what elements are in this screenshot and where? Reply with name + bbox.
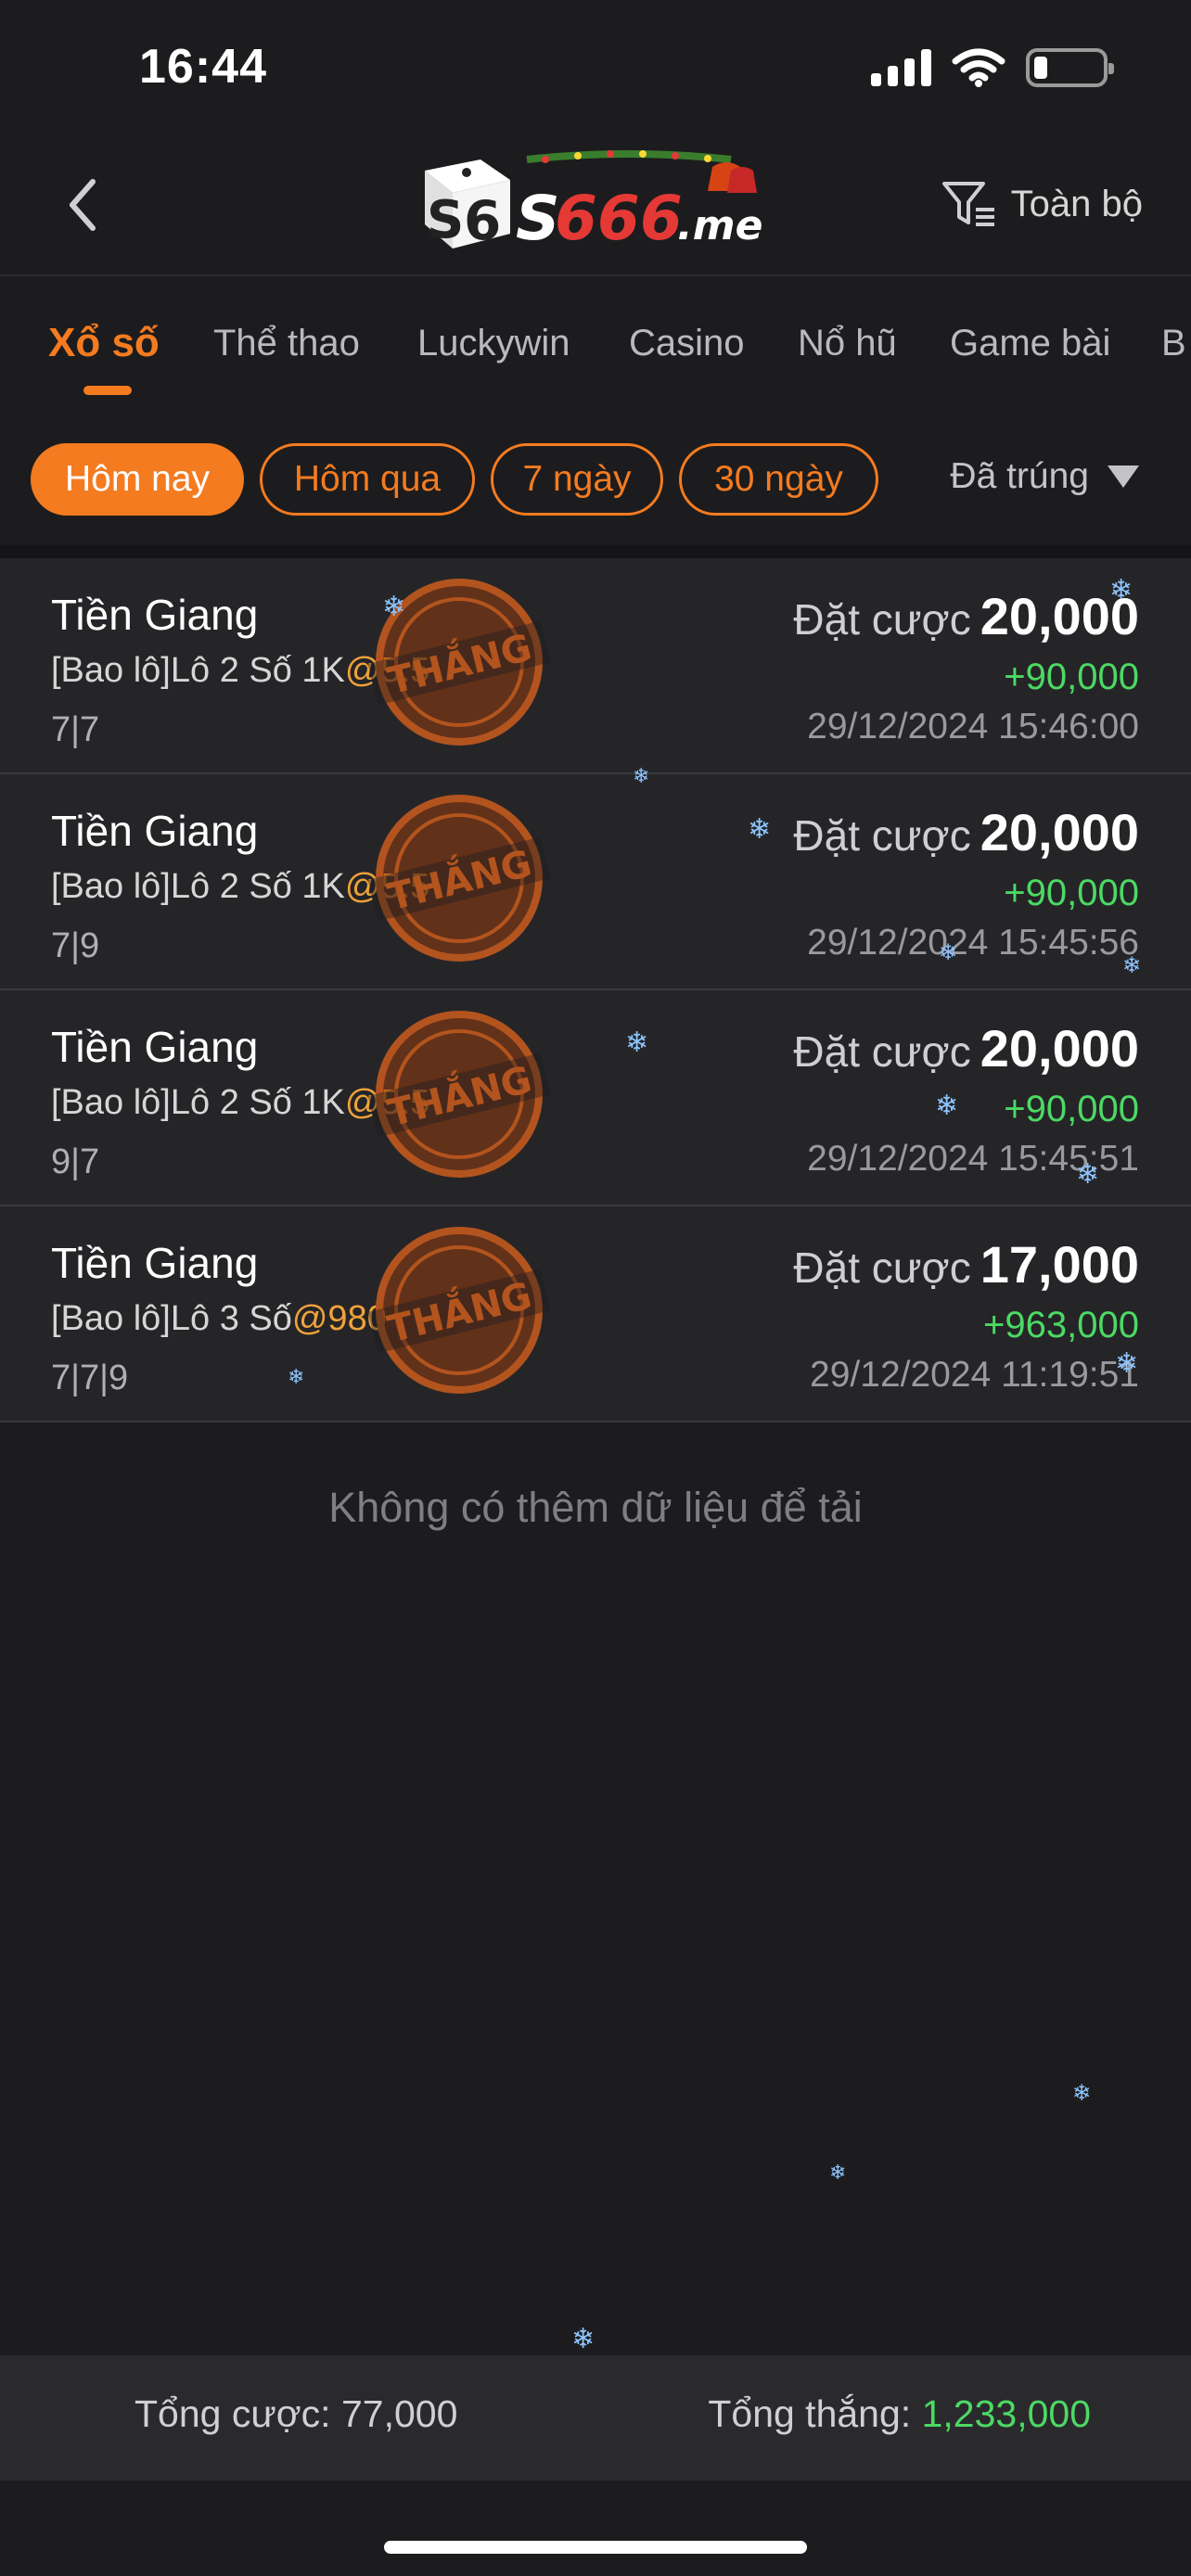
bet-stake: Đặt cược 20,000: [793, 587, 1139, 645]
status-time: 16:44: [139, 40, 267, 94]
tab-partial[interactable]: B: [1161, 323, 1186, 364]
snowflake-icon: ❄: [939, 940, 958, 965]
filter-7-days-button[interactable]: 7 ngày: [491, 443, 663, 516]
no-more-data-message: Không có thêm dữ liệu để tải: [328, 1484, 863, 1531]
bet-row[interactable]: Tiền Giang [Bao lô]Lô 2 Số 1K@5.5 7|7 TH…: [0, 558, 1191, 774]
bet-province: Tiền Giang: [51, 591, 259, 639]
win-amount: +963,000: [983, 1305, 1139, 1345]
win-stamp: THẮNG: [367, 1011, 551, 1178]
tab-no-hu[interactable]: Nổ hũ: [798, 323, 897, 364]
snowflake-icon: ❄: [1122, 953, 1142, 978]
tab-casino[interactable]: Casino: [629, 323, 745, 364]
bet-numbers: 7|7: [51, 710, 100, 749]
snowflake-icon: ❄: [382, 592, 406, 622]
win-amount: +90,000: [1004, 873, 1139, 913]
bet-row[interactable]: Tiền Giang [Bao lô]Lô 3 Số@980 7|7|9 THẮ…: [0, 1206, 1191, 1422]
total-win: Tổng thắng: 1,233,000: [708, 2392, 1091, 2435]
back-button[interactable]: [56, 172, 111, 237]
bet-amount: 20,000: [980, 1019, 1139, 1078]
bet-province: Tiền Giang: [51, 807, 259, 855]
svg-text:S: S: [427, 190, 464, 250]
status-filter-label: Đã trúng: [950, 456, 1089, 496]
filter-funnel-icon: [941, 182, 994, 226]
totals-footer: Tổng cược: 77,000 Tổng thắng: 1,233,000: [0, 2355, 1191, 2480]
top-nav-bar: S 6 S 666 .me Toàn bộ: [0, 139, 1191, 276]
status-filter-dropdown[interactable]: Đã trúng: [950, 456, 1141, 497]
win-stamp: THẮNG: [367, 579, 551, 746]
bet-row[interactable]: Tiền Giang [Bao lô]Lô 2 Số 1K@5.5 7|9 TH…: [0, 774, 1191, 990]
bet-time: 29/12/2024 11:19:51: [810, 1355, 1139, 1395]
tab-luckywin[interactable]: Luckywin: [417, 323, 570, 364]
bet-amount: 20,000: [980, 803, 1139, 861]
svg-text:6: 6: [464, 189, 501, 252]
status-bar: 16:44: [0, 0, 1191, 139]
filter-all-button[interactable]: Toàn bộ: [941, 178, 1143, 230]
bet-time: 29/12/2024 15:46:00: [807, 707, 1139, 746]
svg-text:.me: .me: [677, 202, 762, 249]
battery-icon: [1026, 48, 1114, 87]
win-amount: +90,000: [1004, 1089, 1139, 1129]
bet-stake: Đặt cược 20,000: [793, 803, 1139, 861]
win-stamp: THẮNG: [367, 795, 551, 962]
snowflake-icon: ❄: [633, 764, 650, 787]
bet-numbers: 7|9: [51, 926, 100, 965]
bet-row[interactable]: Tiền Giang [Bao lô]Lô 2 Số 1K@5.5 9|7 TH…: [0, 990, 1191, 1206]
total-bet: Tổng cược: 77,000: [134, 2392, 458, 2435]
bet-time: 29/12/2024 15:45:56: [807, 923, 1139, 963]
bet-province: Tiền Giang: [51, 1023, 259, 1071]
bet-numbers: 7|7|9: [51, 1358, 129, 1397]
total-bet-value: 77,000: [340, 2392, 458, 2435]
snowflake-icon: ❄: [1076, 1159, 1100, 1190]
brand-logo: S 6 S 666 .me: [425, 150, 762, 254]
filter-today-button[interactable]: Hôm nay: [31, 443, 244, 516]
triangle-down-icon: [1108, 465, 1139, 488]
snowflake-icon: ❄: [1115, 1348, 1139, 1379]
bet-list: Tiền Giang [Bao lô]Lô 2 Số 1K@5.5 7|7 TH…: [0, 545, 1191, 1422]
snowflake-icon: ❄: [829, 2161, 847, 2184]
win-amount: +90,000: [1004, 657, 1139, 697]
bet-stake: Đặt cược 20,000: [793, 1019, 1139, 1078]
cellular-signal-icon: [871, 49, 931, 86]
snowflake-icon: ❄: [935, 1090, 959, 1121]
snowflake-icon: ❄: [571, 2324, 596, 2354]
wifi-icon: [952, 48, 1005, 87]
snowflake-icon: ❄: [748, 814, 772, 845]
tab-game-bai[interactable]: Game bài: [950, 323, 1110, 364]
active-tab-indicator: [83, 386, 132, 395]
bet-amount: 17,000: [980, 1235, 1139, 1294]
svg-text:666: 666: [555, 183, 683, 254]
status-icons: [871, 48, 1114, 87]
snowflake-icon: ❄: [625, 1027, 649, 1058]
svg-text:S: S: [516, 183, 560, 254]
tab-xo-so[interactable]: Xổ số: [48, 320, 160, 366]
snowflake-icon: ❄: [288, 1365, 305, 1388]
bet-numbers: 9|7: [51, 1142, 100, 1181]
snowflake-icon: ❄: [1109, 575, 1133, 606]
date-filter-bar: Hôm nay Hôm qua 7 ngày 30 ngày Đã trúng: [0, 436, 1191, 519]
bet-stake: Đặt cược 17,000: [793, 1235, 1139, 1294]
filter-yesterday-button[interactable]: Hôm qua: [260, 443, 475, 516]
home-indicator[interactable]: [384, 2541, 807, 2554]
chevron-left-icon: [70, 179, 96, 231]
total-win-value: 1,233,000: [921, 2392, 1091, 2435]
snowflake-icon: ❄: [1072, 2081, 1092, 2106]
win-stamp: THẮNG: [367, 1227, 551, 1394]
tab-the-thao[interactable]: Thể thao: [213, 323, 360, 364]
bet-province: Tiền Giang: [51, 1239, 259, 1287]
category-tabs: Xổ số Thể thao Luckywin Casino Nổ hũ Gam…: [0, 278, 1191, 408]
bet-history-page: 16:44 S 6 S 666 .me Toàn bộ Xổ số Thể th…: [0, 0, 1191, 2576]
filter-all-label: Toàn bộ: [1010, 183, 1143, 224]
filter-30-days-button[interactable]: 30 ngày: [679, 443, 878, 516]
bet-type: [Bao lô]Lô 3 Số@980: [51, 1299, 387, 1338]
